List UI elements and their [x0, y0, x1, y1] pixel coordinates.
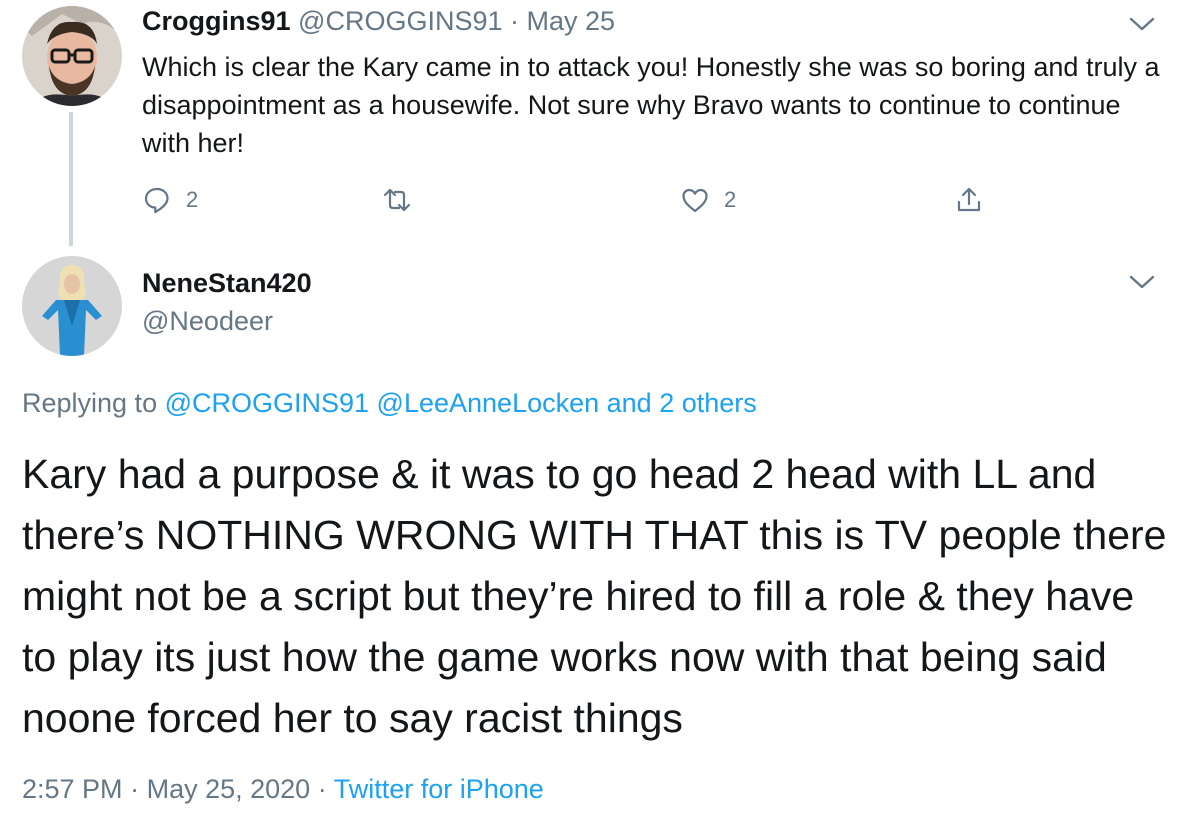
retweet-icon [383, 188, 411, 212]
like-button[interactable]: 2 [680, 180, 736, 220]
tweet-source-link[interactable]: Twitter for iPhone [334, 774, 544, 804]
reply-count: 2 [186, 187, 199, 212]
separator-dot: · [510, 6, 520, 36]
display-name[interactable]: NeneStan420 [142, 268, 312, 299]
replying-to-label: Replying to [22, 388, 158, 418]
tweet-text: Kary had a purpose & it was to go head 2… [22, 451, 1167, 741]
avatar-woman-blue-dress-icon [22, 256, 122, 356]
chevron-down-icon[interactable] [1128, 272, 1156, 292]
avatar[interactable] [22, 6, 122, 106]
chevron-down-icon[interactable] [1128, 14, 1156, 34]
tweet-time[interactable]: 2:57 PM [22, 774, 123, 804]
tweet-header: Croggins91 @CROGGINS91 · May 25 [142, 6, 615, 37]
separator-dot: · [317, 774, 327, 804]
tweet-text: Which is clear the Kary came in to attac… [142, 52, 1160, 158]
avatar[interactable] [22, 256, 122, 356]
tweet-metadata: 2:57 PM · May 25, 2020 · Twitter for iPh… [22, 774, 544, 805]
share-button[interactable] [954, 180, 984, 220]
reply-button[interactable]: 2 [142, 180, 198, 220]
like-count: 2 [724, 187, 737, 212]
user-handle[interactable]: @CROGGINS91 [298, 6, 502, 36]
user-handle[interactable]: @Neodeer [142, 306, 273, 337]
avatar-man-glasses-icon [22, 6, 122, 106]
separator-dot: · [130, 774, 140, 804]
share-icon [957, 187, 981, 212]
tweet-actions: 2 2 [142, 180, 1042, 220]
tweet-date[interactable]: May 25 [527, 6, 616, 36]
replying-to: Replying to @CROGGINS91 @LeeAnneLocken a… [22, 388, 757, 419]
replying-to-users-link[interactable]: @CROGGINS91 @LeeAnneLocken and 2 others [165, 388, 757, 418]
reply-icon [144, 187, 169, 214]
thread-connector-line [69, 112, 73, 246]
tweet-date[interactable]: May 25, 2020 [147, 774, 311, 804]
display-name[interactable]: Croggins91 [142, 6, 291, 36]
like-icon [682, 188, 708, 213]
retweet-button[interactable] [382, 180, 412, 220]
